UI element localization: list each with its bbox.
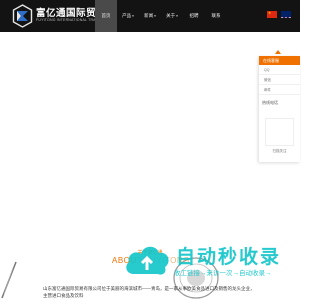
nav-careers[interactable]: 招聘: [183, 0, 205, 32]
watermark-overlay: 自动秒收录 收工链接→来访一次→自动收录→: [122, 236, 300, 288]
side-panel-header: 在线客服: [259, 56, 300, 65]
nav-label: 新闻: [144, 13, 154, 18]
nav-about[interactable]: 关于 ▾: [161, 0, 183, 32]
side-link-qq[interactable]: QQ: [259, 65, 300, 75]
chinese-flag-icon[interactable]: ★: [267, 11, 277, 18]
nav-label: 首页: [101, 13, 111, 18]
watermark-title: 自动秒收录: [176, 247, 282, 268]
watermark-subtitle: 收工链接→来访一次→自动收录→: [174, 270, 272, 277]
online-service-panel: 在线客服 QQ 微信 邮件 热线电话 扫描关注: [259, 56, 300, 162]
company-subtitle: FUYITONG INTERNATIONAL TRADE: [36, 18, 101, 22]
chevron-down-icon: ▾: [132, 14, 134, 18]
nav-contact[interactable]: 联系: [205, 0, 227, 32]
side-panel-pointer: [275, 50, 281, 54]
main-nav: 首页 产品 ▾ 新闻 ▾ 关于 ▾ 招聘 联系: [95, 0, 227, 32]
cloud-upload-icon: [126, 246, 169, 275]
qr-code-image: [265, 118, 294, 146]
uk-flag-icon[interactable]: [281, 11, 291, 18]
side-link-wechat[interactable]: 微信: [259, 75, 300, 85]
hotline-label: 热线电话: [262, 100, 278, 105]
chevron-down-icon: ▾: [154, 14, 156, 18]
decorative-sketch: [1, 261, 17, 299]
top-navigation-bar: 富亿通国际贸易 FUYITONG INTERNATIONAL TRADE 首页 …: [0, 0, 300, 32]
nav-label: 关于: [166, 13, 176, 18]
qr-caption: 扫描关注: [272, 149, 287, 153]
logo-icon[interactable]: [12, 4, 33, 28]
nav-products[interactable]: 产品 ▾: [117, 0, 139, 32]
nav-home[interactable]: 首页: [95, 0, 117, 32]
nav-label: 联系: [211, 13, 221, 18]
side-link-email[interactable]: 邮件: [259, 85, 300, 95]
nav-label: 招聘: [189, 13, 199, 18]
nav-news[interactable]: 新闻 ▾: [139, 0, 161, 32]
company-intro: 山东富亿通国际贸易有限公司位于美丽的海滨城市——青岛，是一家从事欧美食品进口及销…: [43, 286, 255, 298]
chevron-down-icon: ▾: [176, 14, 178, 18]
nav-label: 产品: [122, 13, 132, 18]
